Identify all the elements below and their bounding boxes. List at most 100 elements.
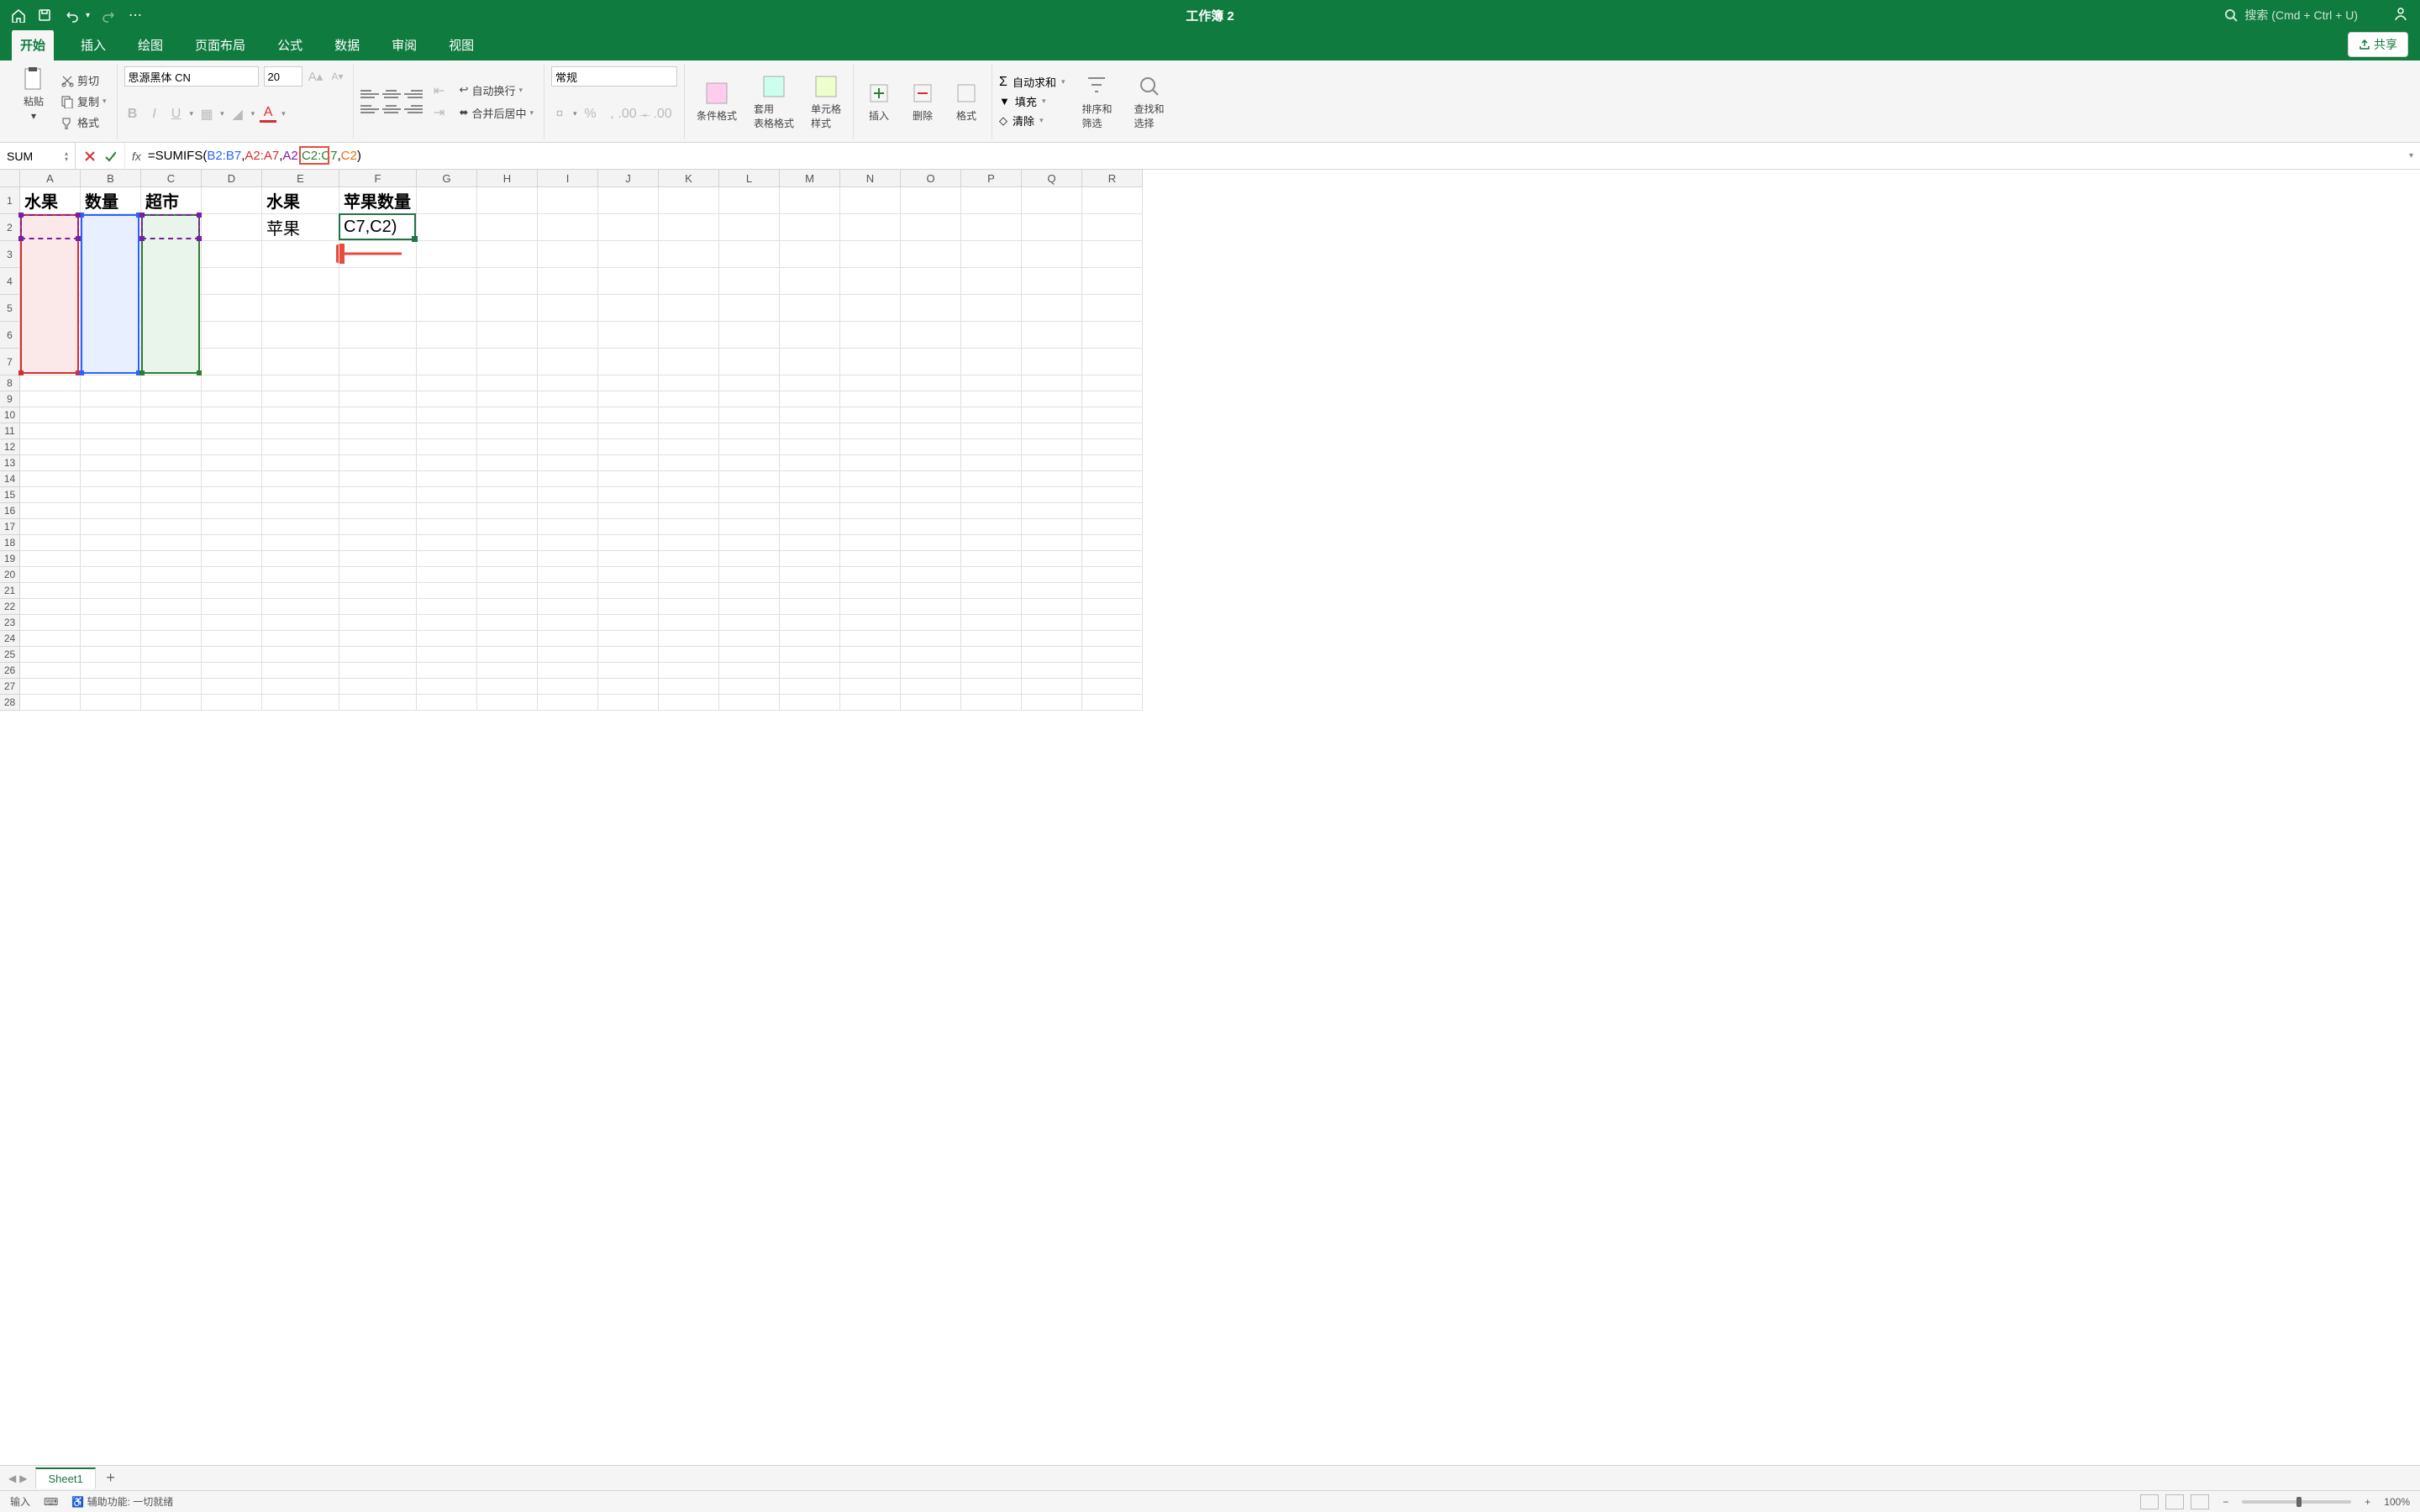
undo-dropdown-icon[interactable]: ▾ bbox=[86, 11, 90, 20]
cell-I26[interactable] bbox=[538, 663, 598, 679]
cell-I14[interactable] bbox=[538, 471, 598, 487]
cell-J6[interactable] bbox=[598, 322, 659, 349]
cell-F28[interactable] bbox=[339, 695, 417, 711]
cell-C26[interactable] bbox=[141, 663, 202, 679]
col-header-M[interactable]: M bbox=[780, 170, 840, 187]
cell-H16[interactable] bbox=[477, 503, 538, 519]
italic-icon[interactable]: I bbox=[146, 106, 163, 123]
cell-A13[interactable] bbox=[20, 455, 81, 471]
cell-O5[interactable] bbox=[901, 295, 961, 322]
cell-D24[interactable] bbox=[202, 631, 262, 647]
cell-N12[interactable] bbox=[840, 439, 901, 455]
cell-A12[interactable] bbox=[20, 439, 81, 455]
increase-font-icon[interactable]: A▴ bbox=[308, 68, 324, 85]
cell-M25[interactable] bbox=[780, 647, 840, 663]
cell-E1[interactable]: 水果 bbox=[262, 187, 339, 214]
cell-J4[interactable] bbox=[598, 268, 659, 295]
cell-O24[interactable] bbox=[901, 631, 961, 647]
col-header-A[interactable]: A bbox=[20, 170, 81, 187]
cell-P19[interactable] bbox=[961, 551, 1022, 567]
cell-M12[interactable] bbox=[780, 439, 840, 455]
cell-K18[interactable] bbox=[659, 535, 719, 551]
cell-L10[interactable] bbox=[719, 407, 780, 423]
cell-L18[interactable] bbox=[719, 535, 780, 551]
cell-I5[interactable] bbox=[538, 295, 598, 322]
number-format-combo[interactable] bbox=[551, 66, 677, 87]
cell-R13[interactable] bbox=[1082, 455, 1143, 471]
cell-A16[interactable] bbox=[20, 503, 81, 519]
cell-A20[interactable] bbox=[20, 567, 81, 583]
cell-D8[interactable] bbox=[202, 375, 262, 391]
cell-D16[interactable] bbox=[202, 503, 262, 519]
cell-I12[interactable] bbox=[538, 439, 598, 455]
borders-icon[interactable]: ▦ bbox=[198, 106, 215, 123]
cell-E17[interactable] bbox=[262, 519, 339, 535]
ribbon-tab-7[interactable]: 视图 bbox=[444, 29, 479, 60]
cell-J2[interactable] bbox=[598, 214, 659, 241]
cell-C17[interactable] bbox=[141, 519, 202, 535]
name-box[interactable]: SUM ▴▾ bbox=[0, 143, 76, 169]
cell-K23[interactable] bbox=[659, 615, 719, 631]
cell-A11[interactable] bbox=[20, 423, 81, 439]
cell-N20[interactable] bbox=[840, 567, 901, 583]
cell-A15[interactable] bbox=[20, 487, 81, 503]
cell-K6[interactable] bbox=[659, 322, 719, 349]
cell-L16[interactable] bbox=[719, 503, 780, 519]
col-header-C[interactable]: C bbox=[141, 170, 202, 187]
row-header-18[interactable]: 18 bbox=[0, 535, 20, 551]
cell-L7[interactable] bbox=[719, 349, 780, 375]
cell-M21[interactable] bbox=[780, 583, 840, 599]
cell-J9[interactable] bbox=[598, 391, 659, 407]
cell-N17[interactable] bbox=[840, 519, 901, 535]
cell-I18[interactable] bbox=[538, 535, 598, 551]
sort-filter-button[interactable]: 排序和 筛选 bbox=[1076, 71, 1117, 132]
col-header-G[interactable]: G bbox=[417, 170, 477, 187]
cell-L23[interactable] bbox=[719, 615, 780, 631]
cell-K25[interactable] bbox=[659, 647, 719, 663]
cell-F18[interactable] bbox=[339, 535, 417, 551]
cell-O2[interactable] bbox=[901, 214, 961, 241]
cell-H26[interactable] bbox=[477, 663, 538, 679]
cell-Q24[interactable] bbox=[1022, 631, 1082, 647]
cell-G2[interactable] bbox=[417, 214, 477, 241]
cell-P24[interactable] bbox=[961, 631, 1022, 647]
cell-F17[interactable] bbox=[339, 519, 417, 535]
cell-H15[interactable] bbox=[477, 487, 538, 503]
cell-B23[interactable] bbox=[81, 615, 141, 631]
cell-K1[interactable] bbox=[659, 187, 719, 214]
cell-F5[interactable] bbox=[339, 295, 417, 322]
row-header-17[interactable]: 17 bbox=[0, 519, 20, 535]
cell-R17[interactable] bbox=[1082, 519, 1143, 535]
cell-G19[interactable] bbox=[417, 551, 477, 567]
cell-K24[interactable] bbox=[659, 631, 719, 647]
cell-O3[interactable] bbox=[901, 241, 961, 268]
sheet-nav[interactable]: ◀▶ bbox=[0, 1473, 35, 1484]
cell-A23[interactable] bbox=[20, 615, 81, 631]
cell-P22[interactable] bbox=[961, 599, 1022, 615]
wrap-text-button[interactable]: ↩自动换行▾ bbox=[456, 81, 537, 100]
cell-J20[interactable] bbox=[598, 567, 659, 583]
cell-A21[interactable] bbox=[20, 583, 81, 599]
cell-I8[interactable] bbox=[538, 375, 598, 391]
cell-J27[interactable] bbox=[598, 679, 659, 695]
cell-O11[interactable] bbox=[901, 423, 961, 439]
cell-D21[interactable] bbox=[202, 583, 262, 599]
cell-P27[interactable] bbox=[961, 679, 1022, 695]
zoom-slider[interactable] bbox=[2242, 1500, 2351, 1504]
cell-F9[interactable] bbox=[339, 391, 417, 407]
col-header-E[interactable]: E bbox=[262, 170, 339, 187]
col-header-R[interactable]: R bbox=[1082, 170, 1143, 187]
cell-D28[interactable] bbox=[202, 695, 262, 711]
cell-N4[interactable] bbox=[840, 268, 901, 295]
cell-D3[interactable] bbox=[202, 241, 262, 268]
cell-E20[interactable] bbox=[262, 567, 339, 583]
cell-L21[interactable] bbox=[719, 583, 780, 599]
cell-K14[interactable] bbox=[659, 471, 719, 487]
view-buttons[interactable] bbox=[2140, 1494, 2209, 1509]
cell-G16[interactable] bbox=[417, 503, 477, 519]
cell-A27[interactable] bbox=[20, 679, 81, 695]
cell-B13[interactable] bbox=[81, 455, 141, 471]
select-all-corner[interactable] bbox=[0, 170, 20, 187]
cell-N7[interactable] bbox=[840, 349, 901, 375]
row-header-26[interactable]: 26 bbox=[0, 663, 20, 679]
